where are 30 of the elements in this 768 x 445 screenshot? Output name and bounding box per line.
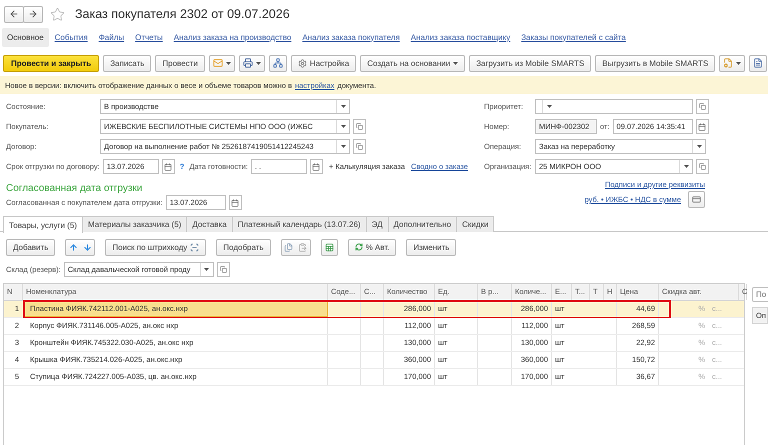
tab[interactable]: Доставка (186, 216, 233, 232)
toolbar-button[interactable]: Загрузить из Mobile SMARTS (469, 54, 592, 72)
section-link[interactable]: Анализ заказа покупателя (297, 28, 405, 46)
post-and-close-button[interactable]: Провести и закрыть (3, 54, 100, 72)
section-link[interactable]: Файлы (94, 28, 130, 46)
toolbar-button[interactable]: Провести (155, 54, 205, 72)
search-field[interactable]: По (752, 287, 768, 302)
auto-discount-button[interactable]: % Авт. (348, 238, 396, 256)
toolbar-button[interactable]: Подобрать (216, 238, 271, 256)
section-link[interactable]: Отчеты (130, 28, 168, 46)
menu-button[interactable]: Создать на основании (360, 54, 466, 72)
settings-button[interactable]: Настройка (290, 54, 356, 72)
section-link[interactable]: Основное (2, 28, 49, 46)
window-title: Заказ покупателя 2302 от 09.07.2026 (75, 7, 290, 21)
section-link[interactable]: Анализ заказа поставщику (406, 28, 516, 46)
tab[interactable]: Материалы заказчика (5) (82, 216, 188, 232)
barcode-search-button[interactable]: Поиск по штрихкоду (105, 238, 206, 256)
toolbar-button[interactable]: Записать (103, 54, 152, 72)
section-link[interactable]: Анализ заказа на производство (168, 28, 296, 46)
tab[interactable]: ЭД (366, 216, 388, 232)
tab[interactable]: Скидки (456, 216, 494, 232)
section-title: Согласованная дата отгрузки (6, 183, 144, 194)
section-link[interactable]: Заказы покупателей с сайта (516, 28, 631, 46)
tab[interactable]: Дополнительно (388, 216, 458, 232)
toolbar-button[interactable]: Добавить (6, 238, 56, 256)
toolbar-button[interactable]: Изменить (406, 238, 456, 256)
section-link[interactable]: События (50, 28, 93, 46)
tab[interactable]: Товары, услуги (5) (3, 216, 83, 233)
toolbar-button[interactable]: Выгрузить в Mobile SMARTS (595, 54, 716, 72)
tab[interactable]: Платежный календарь (13.07.26) (232, 216, 367, 232)
